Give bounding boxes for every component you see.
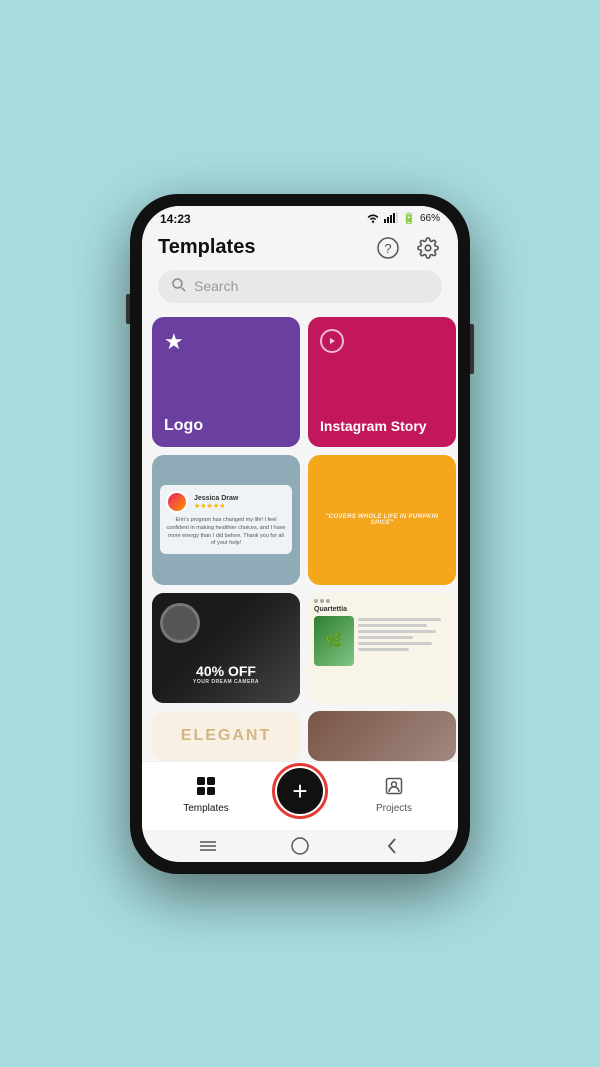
search-icon: [172, 278, 186, 295]
svg-text:?: ?: [384, 241, 391, 256]
status-icons: 🔋 66%: [366, 212, 440, 226]
recents-button[interactable]: [198, 836, 218, 856]
content-area: ★ Logo Instagram Story f Fac Po...: [142, 313, 458, 761]
app-header: Templates ?: [142, 230, 458, 270]
projects-nav-label: Projects: [376, 803, 412, 814]
instagram-label: Instagram Story: [320, 418, 427, 435]
discount-subtitle: YOUR DREAM CAMERA: [193, 679, 259, 685]
template-row-4: ELEGANT: [152, 711, 448, 761]
avatar: [166, 491, 188, 513]
camera-background: 40% OFF YOUR DREAM CAMERA: [152, 593, 300, 703]
projects-nav-icon: [384, 776, 404, 801]
template-row-3: 40% OFF YOUR DREAM CAMERA Quartettia 🌿: [152, 593, 448, 703]
recipe-dots: [314, 599, 450, 603]
template-card-logo[interactable]: ★ Logo: [152, 317, 300, 447]
status-time: 14:23: [160, 212, 191, 226]
recipe-line-6: [358, 648, 409, 651]
search-input-container[interactable]: Search: [158, 270, 442, 303]
discount-amount: 40% OFF: [193, 663, 259, 679]
elegant-text: ELEGANT: [181, 727, 271, 745]
help-button[interactable]: ?: [374, 234, 402, 262]
template-row-2: Jessica Draw ★★★★★ Erin's program has ch…: [152, 455, 448, 585]
recipe-line-5: [358, 642, 432, 645]
battery-icon: 🔋: [402, 212, 416, 225]
template-card-instagram[interactable]: Instagram Story: [308, 317, 456, 447]
recipe-title: Quartettia: [314, 606, 450, 613]
recipe-text-lines: [358, 616, 450, 666]
home-button[interactable]: [290, 836, 310, 856]
recipe-content: 🌿: [314, 616, 450, 666]
testimonial-name: Jessica Draw: [194, 495, 238, 502]
app-title: Templates: [158, 236, 255, 259]
discount-badge: 40% OFF YOUR DREAM CAMERA: [193, 663, 259, 685]
settings-button[interactable]: [414, 234, 442, 262]
orange-quote-text: "COVERS WHOLE LIFE IN PUMPKIN SPICE": [318, 514, 446, 526]
header-icons: ?: [374, 234, 442, 262]
template-card-testimonial[interactable]: Jessica Draw ★★★★★ Erin's program has ch…: [152, 455, 300, 585]
system-bar: [142, 830, 458, 862]
dot1: [314, 599, 318, 603]
testimonial-text: Erin's program has changed my life! I fe…: [166, 517, 286, 548]
play-icon: [320, 329, 344, 353]
testimonial-inner: Jessica Draw ★★★★★ Erin's program has ch…: [160, 485, 292, 554]
back-button[interactable]: [382, 836, 402, 856]
phone-frame: 14:23 🔋 66% Templates: [130, 194, 470, 874]
templates-nav-icon: [196, 776, 216, 801]
search-placeholder: Search: [194, 278, 238, 294]
dot2: [320, 599, 324, 603]
battery-percent: 66%: [420, 213, 440, 224]
recipe-line-4: [358, 636, 413, 639]
nav-fab-spacer: +: [270, 768, 330, 822]
dot3: [326, 599, 330, 603]
template-card-elegant[interactable]: ELEGANT: [152, 711, 300, 761]
wifi-icon: [366, 212, 380, 226]
template-card-partial[interactable]: [308, 711, 456, 761]
camera-circle: [160, 603, 200, 643]
fab-add-button[interactable]: +: [277, 768, 323, 814]
nav-templates[interactable]: Templates: [142, 776, 270, 814]
template-card-recipe[interactable]: Quartettia 🌿: [308, 593, 456, 703]
camera-lens: [160, 603, 200, 643]
nav-projects[interactable]: Projects: [330, 776, 458, 814]
template-card-orange-quote[interactable]: "COVERS WHOLE LIFE IN PUMPKIN SPICE": [308, 455, 456, 585]
recipe-image: 🌿: [314, 616, 354, 666]
star-icon: ★: [164, 329, 184, 355]
templates-nav-label: Templates: [183, 803, 229, 814]
bottom-nav: Templates + Projects: [142, 761, 458, 830]
recipe-line-3: [358, 630, 436, 633]
phone-screen: 14:23 🔋 66% Templates: [142, 206, 458, 862]
status-bar: 14:23 🔋 66%: [142, 206, 458, 230]
testimonial-stars: ★★★★★: [194, 502, 238, 510]
logo-label: Logo: [164, 417, 203, 435]
recipe-line-1: [358, 618, 441, 621]
testimonial-top: Jessica Draw ★★★★★: [166, 491, 286, 513]
template-row-1: ★ Logo Instagram Story f Fac Po...: [152, 317, 448, 447]
fab-plus-icon: +: [292, 778, 307, 804]
recipe-line-2: [358, 624, 427, 627]
search-bar: Search: [142, 270, 458, 313]
signal-icon: [384, 212, 398, 226]
testimonial-info: Jessica Draw ★★★★★: [194, 495, 238, 510]
template-card-camera[interactable]: 40% OFF YOUR DREAM CAMERA: [152, 593, 300, 703]
